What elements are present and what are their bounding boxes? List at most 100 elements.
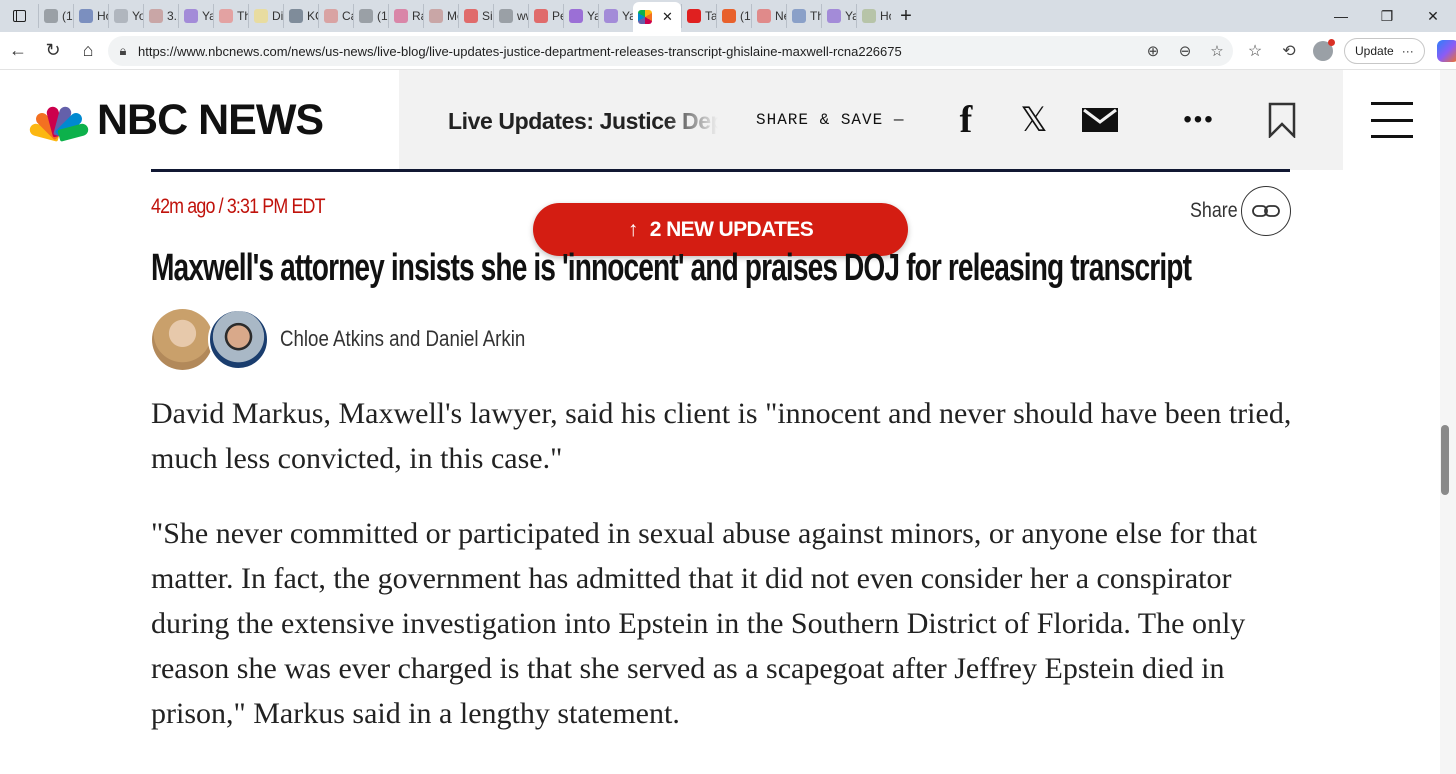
globe-icon — [79, 9, 93, 23]
sticky-headline[interactable]: Live Updates: Justice Department release… — [448, 108, 718, 135]
tab-title: ww — [517, 9, 528, 23]
tab-strip: (10 Hov You 3.1 Yah Tha Din KCL Car (10 Rat Mo Sim ww… — [38, 0, 891, 32]
profile-avatar-icon[interactable] — [1313, 39, 1335, 61]
wordpress-icon — [289, 9, 303, 23]
back-button[interactable]: ← — [1, 34, 35, 68]
browser-tab[interactable]: 3.1 — [143, 4, 178, 28]
more-options-icon[interactable]: ••• — [1174, 100, 1224, 140]
browser-tab[interactable]: You — [108, 4, 143, 28]
copilot-icon[interactable] — [1436, 40, 1456, 62]
browser-tab[interactable]: Hov — [73, 4, 108, 28]
browser-tab[interactable]: Mo — [423, 4, 458, 28]
browser-tab[interactable]: Rat — [388, 4, 423, 28]
update-button[interactable]: Update ··· — [1344, 38, 1425, 64]
body-paragraph-1: David Markus, Maxwell's lawyer, said his… — [151, 397, 1292, 475]
body-paragraph-2: "She never committed or participated in … — [151, 517, 1258, 730]
post-headline: Maxwell's attorney insists she is 'innoc… — [151, 247, 1192, 289]
new-updates-label: 2 NEW UPDATES — [649, 217, 814, 241]
browser-tab[interactable]: Pet — [528, 4, 563, 28]
tab-actions-icon — [12, 10, 26, 22]
new-tab-button[interactable]: + — [891, 5, 921, 28]
browser-tab[interactable]: KCL — [283, 4, 318, 28]
tab-title: Hov — [97, 9, 108, 23]
browser-tab[interactable]: Din — [248, 4, 283, 28]
close-tab-icon[interactable]: ✕ — [662, 9, 673, 25]
gp-icon — [792, 9, 806, 23]
tab-title: Rat — [412, 9, 423, 23]
browser-tab[interactable]: Hoi — [856, 4, 891, 28]
browser-tab[interactable]: Yah — [598, 4, 633, 28]
browser-tab[interactable]: Tha — [213, 4, 248, 28]
menu-button[interactable] — [1343, 70, 1440, 170]
nbc-peacock-icon — [638, 10, 652, 24]
feather-icon — [604, 9, 618, 23]
browser-tab[interactable]: Yah — [178, 4, 213, 28]
doc-icon — [429, 9, 443, 23]
email-share-icon[interactable] — [1081, 100, 1119, 140]
tab-title: Yah — [845, 9, 856, 23]
restore-button[interactable]: ❐ — [1364, 0, 1410, 32]
share-save-label: SHARE & SAVE — — [756, 111, 905, 129]
nbc-news-logo[interactable]: NBC NEWS — [4, 70, 399, 170]
browser-tab[interactable]: Sim — [458, 4, 493, 28]
history-icon[interactable]: ⟲ — [1272, 34, 1306, 68]
jn-icon — [394, 9, 408, 23]
fp-icon — [44, 9, 58, 23]
favorites-icon[interactable]: ☆ — [1238, 34, 1272, 68]
settings-more-icon[interactable]: ··· — [1402, 44, 1414, 58]
browser-tab[interactable]: (10 — [353, 4, 388, 28]
browser-tab[interactable]: Tak — [681, 4, 716, 28]
feather-icon — [184, 9, 198, 23]
bird-icon — [324, 9, 338, 23]
post-authors[interactable]: Chloe Atkins and Daniel Arkin — [280, 326, 525, 352]
browser-tab-bar: (10 Hov You 3.1 Yah Tha Din KCL Car (10 Rat Mo Sim ww… — [0, 0, 1456, 32]
scrollbar-thumb[interactable] — [1441, 425, 1449, 495]
close-window-button[interactable]: ✕ — [1410, 0, 1456, 32]
browser-tab[interactable]: (10 — [716, 4, 751, 28]
browser-tab[interactable]: ww — [493, 4, 528, 28]
sticky-title-bar: Live Updates: Justice Department release… — [399, 70, 1343, 170]
arrow-up-icon: ↑ — [627, 217, 639, 241]
share-link-button[interactable] — [1241, 186, 1291, 236]
tab-title: KCL — [307, 9, 318, 23]
reload-button[interactable]: ↻ — [36, 34, 70, 68]
author-avatar-daniel[interactable] — [208, 309, 269, 370]
reading-mode-icon[interactable]: ⊖ — [1169, 42, 1201, 60]
author-avatar-chloe[interactable] — [152, 309, 213, 370]
facebook-share-icon[interactable]: f — [955, 99, 977, 141]
browser-tab[interactable]: (10 — [38, 4, 73, 28]
scrollbar-track[interactable] — [1440, 70, 1456, 774]
browser-tab[interactable]: Car — [318, 4, 353, 28]
youtube-icon — [687, 9, 701, 23]
wave-icon — [219, 9, 233, 23]
browser-tab-active[interactable]: ✕ — [633, 2, 681, 32]
tab-title: Hoi — [880, 9, 891, 23]
browser-tab[interactable]: Yah — [821, 4, 856, 28]
fp-icon — [359, 9, 373, 23]
tab-title: Sim — [482, 9, 493, 23]
tab-title: Pet — [552, 9, 563, 23]
home-button[interactable]: ⌂ — [71, 34, 105, 68]
browser-tab[interactable]: The — [786, 4, 821, 28]
x-share-icon[interactable]: 𝕏 — [1017, 100, 1051, 140]
post-timestamp[interactable]: 42m ago / 3:31 PM EDT — [151, 195, 325, 219]
bookmark-icon[interactable] — [1267, 100, 1297, 140]
window-controls: — ❐ ✕ — [1318, 0, 1456, 32]
address-bar[interactable]: 🔒︎ https://www.nbcnews.com/news/us-news/… — [108, 36, 1233, 66]
site-info-icon[interactable]: 🔒︎ — [108, 43, 138, 59]
tab-title: (10 — [377, 9, 388, 23]
tab-title: You — [132, 9, 143, 23]
rss-icon — [722, 9, 736, 23]
minimize-button[interactable]: — — [1318, 0, 1364, 32]
zoom-icon[interactable]: ⊕ — [1137, 42, 1169, 60]
browser-tab[interactable]: Yah — [563, 4, 598, 28]
tab-title: 3.1 — [167, 9, 178, 23]
scissors-icon — [114, 9, 128, 23]
youtube-icon — [534, 9, 548, 23]
tab-title: Nev — [775, 9, 786, 23]
bookmark-outline — [1268, 102, 1296, 138]
tab-actions-button[interactable] — [0, 0, 38, 32]
browser-tab[interactable]: Nev — [751, 4, 786, 28]
favorite-star-icon[interactable]: ☆ — [1201, 42, 1233, 60]
url-text[interactable]: https://www.nbcnews.com/news/us-news/liv… — [138, 44, 1137, 59]
